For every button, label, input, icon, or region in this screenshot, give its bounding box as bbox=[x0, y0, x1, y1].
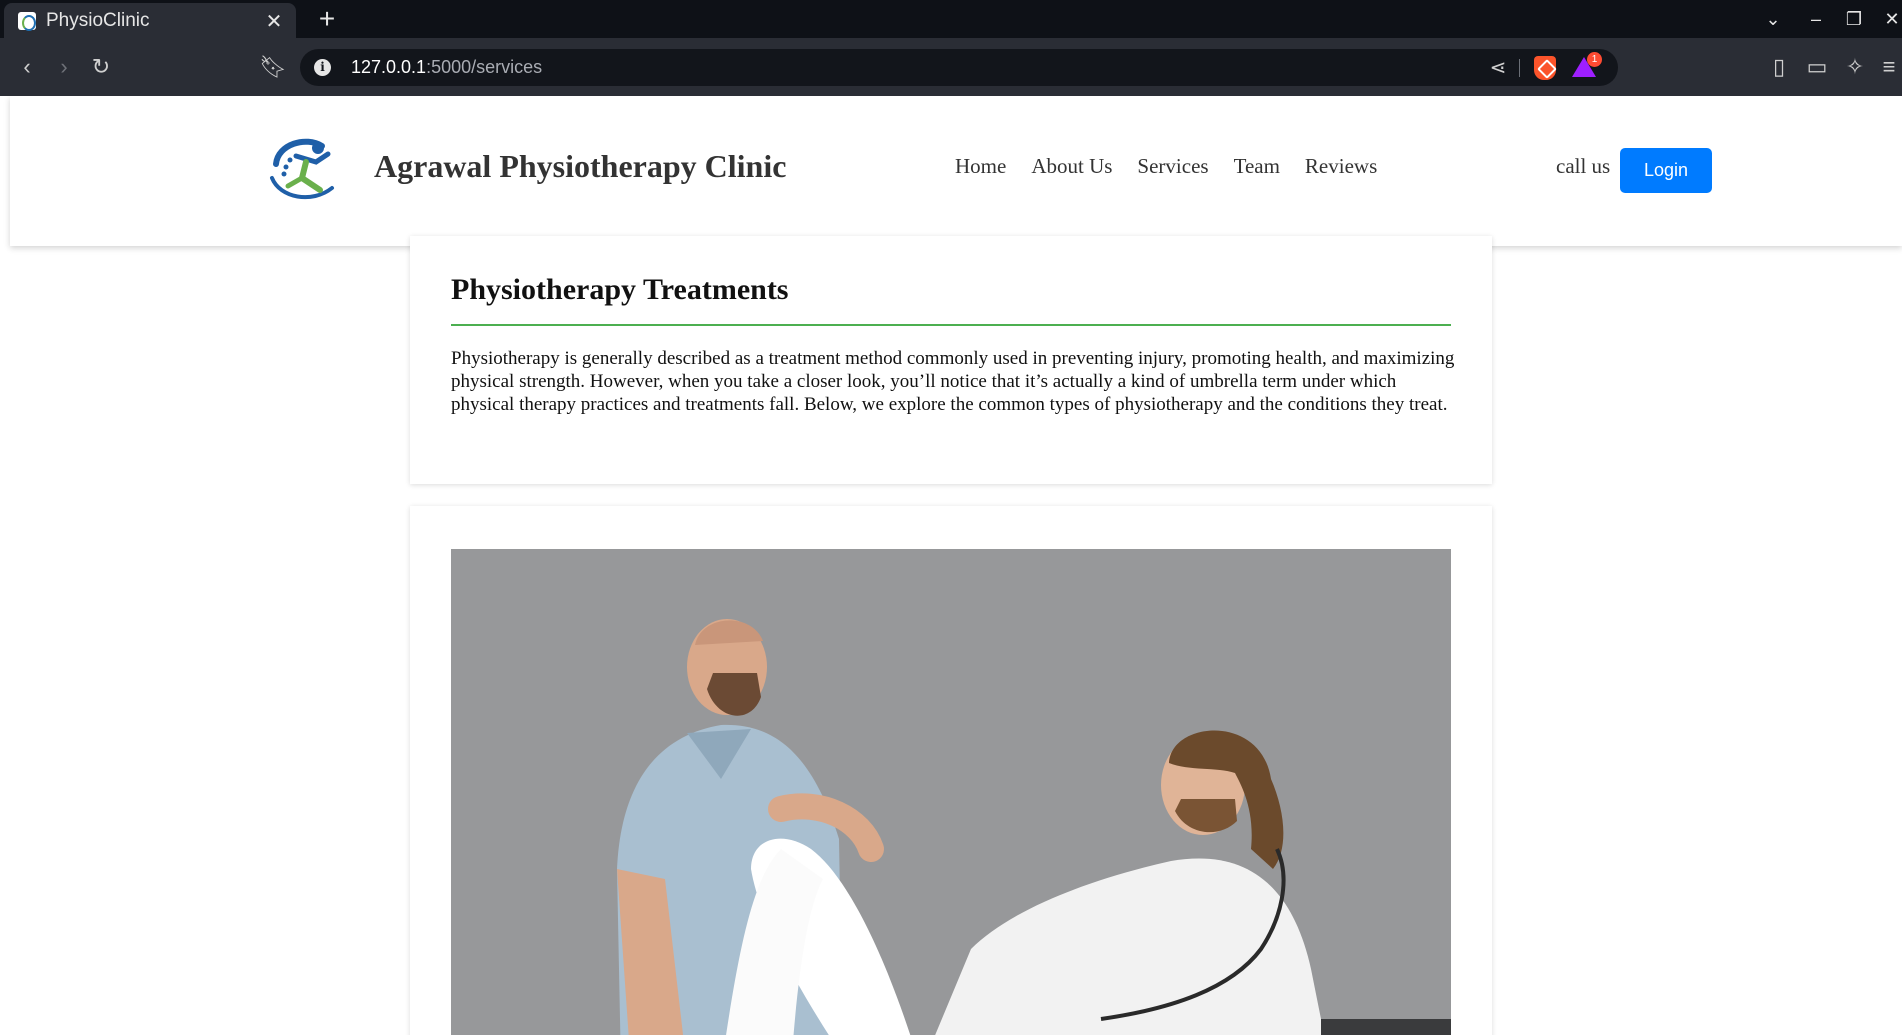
nav-about-us[interactable]: About Us bbox=[1031, 154, 1112, 179]
intro-card: Physiotherapy Treatments Physiotherapy i… bbox=[410, 236, 1492, 484]
browser-toolbar: ‹ › ↻ 🔖︎ i 127.0.0.1:5000/services ⋖ 1 ▯… bbox=[0, 38, 1902, 96]
nav-home[interactable]: Home bbox=[955, 154, 1006, 179]
restore-window-icon[interactable]: ❐ bbox=[1841, 6, 1867, 32]
browser-tab[interactable]: PhysioClinic ✕ bbox=[4, 3, 296, 39]
sidebar-toggle-icon[interactable]: ▯ bbox=[1764, 52, 1794, 82]
menu-icon[interactable]: ≡ bbox=[1874, 52, 1902, 82]
wallet-icon[interactable]: ▭ bbox=[1802, 52, 1832, 82]
url-host: 127.0.0.1 bbox=[351, 57, 427, 77]
treatment-photo bbox=[451, 549, 1451, 1035]
bookmark-icon[interactable]: 🔖︎ bbox=[258, 52, 288, 82]
page-viewport: Agrawal Physiotherapy Clinic Home About … bbox=[0, 96, 1902, 1035]
nav-services[interactable]: Services bbox=[1137, 154, 1208, 179]
main-nav: Home About Us Services Team Reviews bbox=[955, 154, 1377, 179]
tab-search-chevron-icon[interactable]: ⌄ bbox=[1760, 6, 1786, 32]
forward-icon[interactable]: › bbox=[49, 52, 79, 82]
brave-shields-icon[interactable] bbox=[1534, 56, 1556, 80]
treatment-image-card bbox=[410, 506, 1492, 1035]
nav-team[interactable]: Team bbox=[1234, 154, 1280, 179]
rewards-badge: 1 bbox=[1587, 52, 1602, 67]
share-icon[interactable]: ⋖ bbox=[1486, 55, 1510, 80]
address-bar[interactable]: i 127.0.0.1:5000/services ⋖ 1 bbox=[300, 49, 1618, 86]
url-separator bbox=[1519, 59, 1520, 77]
close-tab-icon[interactable]: ✕ bbox=[264, 9, 284, 34]
back-icon[interactable]: ‹ bbox=[12, 52, 42, 82]
minimize-window-icon[interactable]: – bbox=[1803, 6, 1829, 32]
nav-reviews[interactable]: Reviews bbox=[1305, 154, 1377, 179]
page-title: Physiotherapy Treatments bbox=[451, 273, 789, 306]
login-button[interactable]: Login bbox=[1620, 148, 1712, 193]
site-info-icon[interactable]: i bbox=[314, 59, 331, 76]
clinic-logo-icon[interactable] bbox=[266, 134, 344, 202]
intro-paragraph: Physiotherapy is generally described as … bbox=[451, 348, 1455, 415]
favicon-icon bbox=[18, 12, 36, 31]
leo-ai-icon[interactable]: ✧ bbox=[1840, 52, 1870, 82]
site-name[interactable]: Agrawal Physiotherapy Clinic bbox=[374, 148, 786, 185]
title-divider bbox=[451, 324, 1451, 326]
browser-tabstrip: PhysioClinic ✕ + ⌄ – ❐ ✕ bbox=[0, 0, 1902, 39]
reload-icon[interactable]: ↻ bbox=[86, 52, 116, 82]
close-window-icon[interactable]: ✕ bbox=[1879, 6, 1902, 32]
new-tab-button[interactable]: + bbox=[312, 4, 342, 34]
tab-title: PhysioClinic bbox=[46, 10, 150, 31]
url-path: :5000/services bbox=[426, 57, 543, 77]
call-us-link[interactable]: call us bbox=[1556, 154, 1610, 179]
site-header: Agrawal Physiotherapy Clinic Home About … bbox=[10, 96, 1902, 246]
url-text[interactable]: 127.0.0.1:5000/services bbox=[351, 57, 542, 78]
